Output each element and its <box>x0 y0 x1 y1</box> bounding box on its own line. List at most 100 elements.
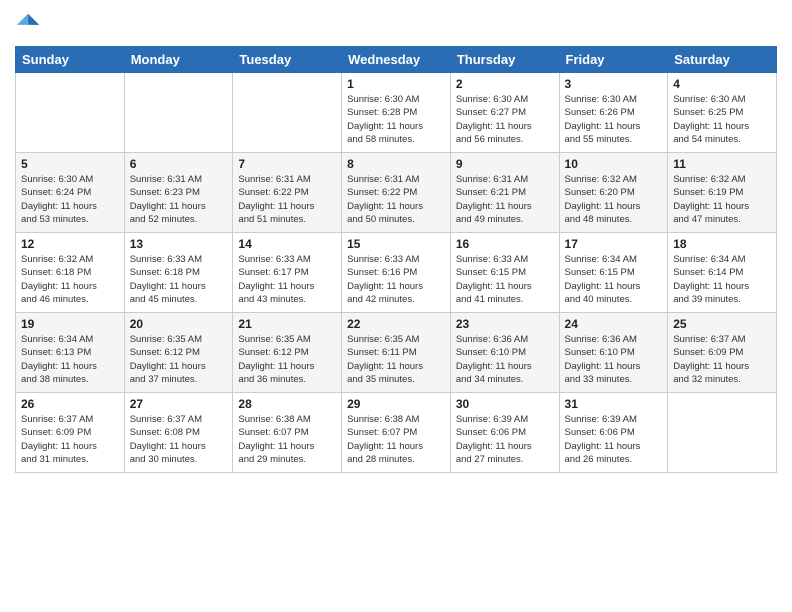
day-number: 30 <box>456 397 554 411</box>
day-info: Sunrise: 6:38 AM Sunset: 6:07 PM Dayligh… <box>238 413 336 466</box>
day-cell: 23Sunrise: 6:36 AM Sunset: 6:10 PM Dayli… <box>450 313 559 393</box>
day-number: 1 <box>347 77 445 91</box>
weekday-header-sunday: Sunday <box>16 47 125 73</box>
day-number: 4 <box>673 77 771 91</box>
day-number: 16 <box>456 237 554 251</box>
day-cell: 30 Sunrise: 6:39 AM Sunset: 6:06 PM Dayli… <box>450 393 559 473</box>
day-number: 14 <box>238 237 336 251</box>
logo-icon <box>15 10 43 38</box>
day-info: Sunrise: 6:30 AM Sunset: 6:27 PM Dayligh… <box>456 93 554 146</box>
day-info: Sunrise: 6:31 AM Sunset: 6:22 PM Dayligh… <box>238 173 336 226</box>
day-cell: 7 Sunrise: 6:31 AM Sunset: 6:22 PM Daylig… <box>233 153 342 233</box>
day-cell: 14 Sunrise: 6:33 AM Sunset: 6:17 PM Dayli… <box>233 233 342 313</box>
day-info: Sunrise: 6:33 AM Sunset: 6:16 PM Dayligh… <box>347 253 445 306</box>
day-cell: 29Sunrise: 6:38 AM Sunset: 6:07 PM Dayli… <box>342 393 451 473</box>
day-info: Sunrise: 6:34 AM Sunset: 6:14 PM Dayligh… <box>673 253 771 306</box>
day-number: 26 <box>21 397 119 411</box>
day-info: Sunrise: 6:33 AM Sunset: 6:15 PM Dayligh… <box>456 253 554 306</box>
day-number: 17 <box>565 237 663 251</box>
day-info: Sunrise: 6:30 AM Sunset: 6:26 PM Dayligh… <box>565 93 663 146</box>
day-cell: 28 Sunrise: 6:38 AM Sunset: 6:07 PM Dayli… <box>233 393 342 473</box>
day-cell: 11Sunrise: 6:32 AM Sunset: 6:19 PM Dayli… <box>668 153 777 233</box>
day-info: Sunrise: 6:31 AM Sunset: 6:21 PM Dayligh… <box>456 173 554 226</box>
day-number: 20 <box>130 317 228 331</box>
day-number: 13 <box>130 237 228 251</box>
day-info: Sunrise: 6:32 AM Sunset: 6:19 PM Dayligh… <box>673 173 771 226</box>
day-number: 10 <box>565 157 663 171</box>
day-cell: 10 Sunrise: 6:32 AM Sunset: 6:20 PM Dayli… <box>559 153 668 233</box>
day-cell: 9 Sunrise: 6:31 AM Sunset: 6:21 PM Daylig… <box>450 153 559 233</box>
day-number: 27 <box>130 397 228 411</box>
day-info: Sunrise: 6:31 AM Sunset: 6:22 PM Dayligh… <box>347 173 445 226</box>
day-info: Sunrise: 6:32 AM Sunset: 6:18 PM Dayligh… <box>21 253 119 306</box>
day-info: Sunrise: 6:37 AM Sunset: 6:09 PM Dayligh… <box>21 413 119 466</box>
day-cell: 12 Sunrise: 6:32 AM Sunset: 6:18 PM Dayli… <box>16 233 125 313</box>
weekday-header-saturday: Saturday <box>668 47 777 73</box>
day-cell: 19Sunrise: 6:34 AM Sunset: 6:13 PM Dayli… <box>16 313 125 393</box>
weekday-header-monday: Monday <box>124 47 233 73</box>
day-number: 28 <box>238 397 336 411</box>
day-number: 18 <box>673 237 771 251</box>
day-cell: 2Sunrise: 6:30 AM Sunset: 6:27 PM Daylig… <box>450 73 559 153</box>
day-cell: 15 Sunrise: 6:33 AM Sunset: 6:16 PM Dayli… <box>342 233 451 313</box>
day-cell: 8 Sunrise: 6:31 AM Sunset: 6:22 PM Daylig… <box>342 153 451 233</box>
week-row-5: 26 Sunrise: 6:37 AM Sunset: 6:09 PM Dayli… <box>16 393 777 473</box>
day-info: Sunrise: 6:32 AM Sunset: 6:20 PM Dayligh… <box>565 173 663 226</box>
day-cell: 18 Sunrise: 6:34 AM Sunset: 6:14 PM Dayli… <box>668 233 777 313</box>
day-cell: 5Sunrise: 6:30 AM Sunset: 6:24 PM Daylig… <box>16 153 125 233</box>
day-info: Sunrise: 6:38 AM Sunset: 6:07 PM Dayligh… <box>347 413 445 466</box>
day-info: Sunrise: 6:30 AM Sunset: 6:25 PM Dayligh… <box>673 93 771 146</box>
day-cell: 13 Sunrise: 6:33 AM Sunset: 6:18 PM Dayli… <box>124 233 233 313</box>
day-number: 12 <box>21 237 119 251</box>
day-cell: 6 Sunrise: 6:31 AM Sunset: 6:23 PM Daylig… <box>124 153 233 233</box>
day-cell: 16 Sunrise: 6:33 AM Sunset: 6:15 PM Dayli… <box>450 233 559 313</box>
day-cell <box>233 73 342 153</box>
day-info: Sunrise: 6:33 AM Sunset: 6:17 PM Dayligh… <box>238 253 336 306</box>
day-info: Sunrise: 6:31 AM Sunset: 6:23 PM Dayligh… <box>130 173 228 226</box>
day-number: 3 <box>565 77 663 91</box>
header <box>15 10 777 38</box>
day-number: 31 <box>565 397 663 411</box>
day-number: 6 <box>130 157 228 171</box>
day-cell: 21Sunrise: 6:35 AM Sunset: 6:12 PM Dayli… <box>233 313 342 393</box>
day-cell: 22Sunrise: 6:35 AM Sunset: 6:11 PM Dayli… <box>342 313 451 393</box>
week-row-1: 1 Sunrise: 6:30 AM Sunset: 6:28 PM Daylig… <box>16 73 777 153</box>
day-cell: 20 Sunrise: 6:35 AM Sunset: 6:12 PM Dayli… <box>124 313 233 393</box>
day-number: 24 <box>565 317 663 331</box>
day-info: Sunrise: 6:37 AM Sunset: 6:08 PM Dayligh… <box>130 413 228 466</box>
day-cell: 24 Sunrise: 6:36 AM Sunset: 6:10 PM Dayli… <box>559 313 668 393</box>
day-info: Sunrise: 6:35 AM Sunset: 6:12 PM Dayligh… <box>130 333 228 386</box>
day-number: 25 <box>673 317 771 331</box>
calendar: SundayMondayTuesdayWednesdayThursdayFrid… <box>15 46 777 473</box>
day-cell: 4 Sunrise: 6:30 AM Sunset: 6:25 PM Daylig… <box>668 73 777 153</box>
day-info: Sunrise: 6:30 AM Sunset: 6:28 PM Dayligh… <box>347 93 445 146</box>
day-cell: 3 Sunrise: 6:30 AM Sunset: 6:26 PM Daylig… <box>559 73 668 153</box>
day-number: 21 <box>238 317 336 331</box>
week-row-4: 19Sunrise: 6:34 AM Sunset: 6:13 PM Dayli… <box>16 313 777 393</box>
day-number: 8 <box>347 157 445 171</box>
logo <box>15 10 47 38</box>
day-info: Sunrise: 6:35 AM Sunset: 6:11 PM Dayligh… <box>347 333 445 386</box>
day-info: Sunrise: 6:39 AM Sunset: 6:06 PM Dayligh… <box>456 413 554 466</box>
day-info: Sunrise: 6:30 AM Sunset: 6:24 PM Dayligh… <box>21 173 119 226</box>
weekday-header-thursday: Thursday <box>450 47 559 73</box>
day-cell: 25 Sunrise: 6:37 AM Sunset: 6:09 PM Dayli… <box>668 313 777 393</box>
week-row-3: 12 Sunrise: 6:32 AM Sunset: 6:18 PM Dayli… <box>16 233 777 313</box>
day-cell <box>124 73 233 153</box>
day-cell: 26 Sunrise: 6:37 AM Sunset: 6:09 PM Dayli… <box>16 393 125 473</box>
day-info: Sunrise: 6:33 AM Sunset: 6:18 PM Dayligh… <box>130 253 228 306</box>
day-info: Sunrise: 6:36 AM Sunset: 6:10 PM Dayligh… <box>565 333 663 386</box>
page: SundayMondayTuesdayWednesdayThursdayFrid… <box>0 0 792 612</box>
day-info: Sunrise: 6:37 AM Sunset: 6:09 PM Dayligh… <box>673 333 771 386</box>
day-number: 9 <box>456 157 554 171</box>
day-cell <box>16 73 125 153</box>
day-cell: 17Sunrise: 6:34 AM Sunset: 6:15 PM Dayli… <box>559 233 668 313</box>
weekday-header-tuesday: Tuesday <box>233 47 342 73</box>
day-cell <box>668 393 777 473</box>
day-cell: 27 Sunrise: 6:37 AM Sunset: 6:08 PM Dayli… <box>124 393 233 473</box>
day-info: Sunrise: 6:34 AM Sunset: 6:13 PM Dayligh… <box>21 333 119 386</box>
day-number: 23 <box>456 317 554 331</box>
day-number: 15 <box>347 237 445 251</box>
weekday-header-wednesday: Wednesday <box>342 47 451 73</box>
day-number: 7 <box>238 157 336 171</box>
